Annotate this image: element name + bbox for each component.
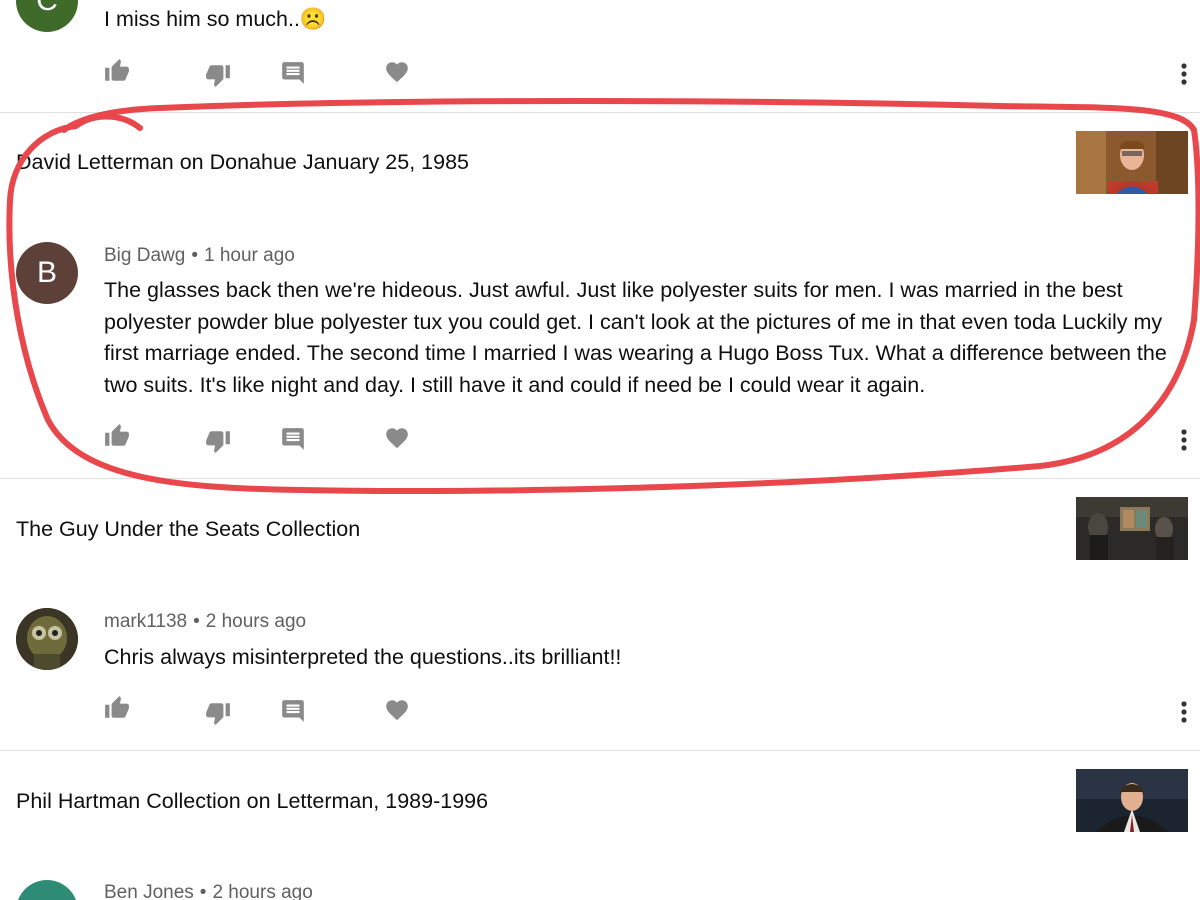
- comment-text: Chris always misinterpreted the question…: [104, 645, 622, 669]
- comment-icon: [282, 428, 304, 450]
- video-title[interactable]: Phil Hartman Collection on Letterman, 19…: [16, 789, 488, 814]
- more-vert-icon: [1181, 701, 1187, 723]
- more-options-button[interactable]: [1169, 425, 1199, 455]
- more-vert-icon: [1181, 429, 1187, 451]
- heart-icon: [386, 428, 408, 449]
- reply-button[interactable]: [278, 424, 308, 454]
- comment-time: 2 hours ago: [212, 882, 313, 900]
- avatar[interactable]: [16, 608, 78, 670]
- more-vert-icon: [1181, 63, 1187, 85]
- reply-button[interactable]: [278, 58, 308, 88]
- heart-button[interactable]: [382, 695, 412, 725]
- like-button[interactable]: [102, 421, 132, 451]
- avatar[interactable]: C: [16, 0, 78, 32]
- divider: [0, 112, 1200, 113]
- author-name[interactable]: Big Dawg: [104, 245, 185, 266]
- like-button[interactable]: [102, 56, 132, 86]
- video-thumbnail[interactable]: [1076, 497, 1188, 560]
- comment-icon: [282, 62, 304, 84]
- dislike-button[interactable]: [203, 60, 233, 90]
- more-options-button[interactable]: [1169, 697, 1199, 727]
- video-title[interactable]: The Guy Under the Seats Collection: [16, 517, 360, 542]
- comment-icon: [282, 700, 304, 722]
- comment-meta: Ben Jones • 2 hours ago: [104, 882, 313, 900]
- meta-separator: •: [191, 245, 198, 266]
- heart-button[interactable]: [382, 423, 412, 453]
- comment-time: 2 hours ago: [205, 611, 307, 632]
- heart-button[interactable]: [382, 57, 412, 87]
- thumb-up-icon: [105, 696, 129, 718]
- author-name[interactable]: mark1138: [104, 611, 187, 632]
- avatar-letter: C: [36, 0, 58, 17]
- video-thumbnail[interactable]: [1076, 131, 1188, 194]
- thumb-down-icon: [206, 703, 230, 725]
- meta-separator: •: [199, 882, 207, 900]
- meta-separator: •: [193, 611, 200, 632]
- thumb-down-icon: [206, 65, 230, 87]
- comments-feed: C I miss him so much..☹️ David Letterman…: [0, 0, 1200, 900]
- divider: [0, 478, 1200, 479]
- thumb-up-icon: [105, 59, 129, 81]
- comment-text: The glasses back then we're hideous. Jus…: [104, 278, 1167, 397]
- thumb-up-icon: [105, 424, 129, 446]
- thumb-down-icon: [206, 431, 230, 453]
- red-annotation-circle: [6, 98, 1200, 494]
- video-title[interactable]: David Letterman on Donahue January 25, 1…: [16, 150, 469, 175]
- avatar-letter: B: [36, 256, 57, 289]
- avatar[interactable]: [16, 880, 78, 900]
- avatar-image: [16, 608, 78, 670]
- comment-text: I miss him so much..☹️: [104, 7, 327, 31]
- heart-icon: [386, 62, 408, 83]
- dislike-button[interactable]: [203, 426, 233, 456]
- author-name[interactable]: Ben Jones: [104, 882, 194, 900]
- comment-meta: mark1138 • 2 hours ago: [104, 611, 306, 633]
- more-options-button[interactable]: [1169, 59, 1199, 89]
- like-button[interactable]: [102, 693, 132, 723]
- reply-button[interactable]: [278, 696, 308, 726]
- comment-time: 1 hour ago: [203, 245, 295, 266]
- comment-meta: Big Dawg • 1 hour ago: [104, 245, 295, 267]
- avatar[interactable]: B: [16, 242, 78, 304]
- video-thumbnail[interactable]: [1076, 769, 1188, 832]
- dislike-button[interactable]: [203, 698, 233, 728]
- heart-icon: [386, 700, 408, 721]
- divider: [0, 750, 1200, 751]
